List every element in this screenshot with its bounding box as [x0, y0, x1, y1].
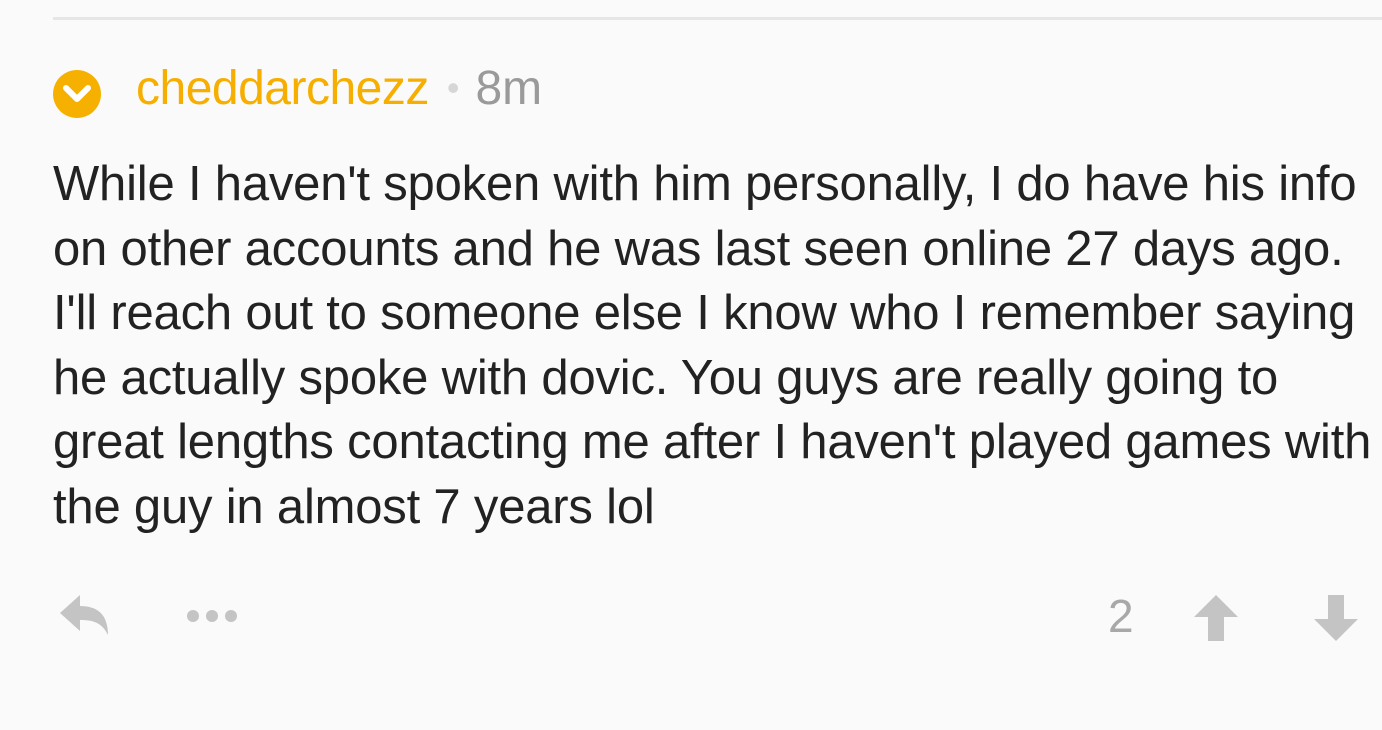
comment-actions: 2 — [0, 585, 1382, 649]
comment-page: cheddarchezz • 8m While I haven't spoken… — [0, 0, 1382, 730]
score-count: 2 — [1108, 590, 1134, 642]
moderator-chevron-icon — [53, 70, 101, 118]
comment-header: cheddarchezz • 8m — [53, 58, 542, 118]
divider — [53, 17, 1382, 20]
comment-timestamp: 8m — [475, 61, 543, 115]
username-link[interactable]: cheddarchezz — [136, 61, 429, 116]
upvote-arrow-icon[interactable] — [1192, 593, 1240, 643]
comment-body: While I haven't spoken with him personal… — [53, 157, 1372, 534]
more-dots-icon[interactable] — [186, 607, 238, 625]
reply-arrow-icon[interactable] — [58, 593, 110, 637]
downvote-arrow-icon[interactable] — [1312, 593, 1360, 643]
separator-dot: • — [446, 67, 460, 108]
